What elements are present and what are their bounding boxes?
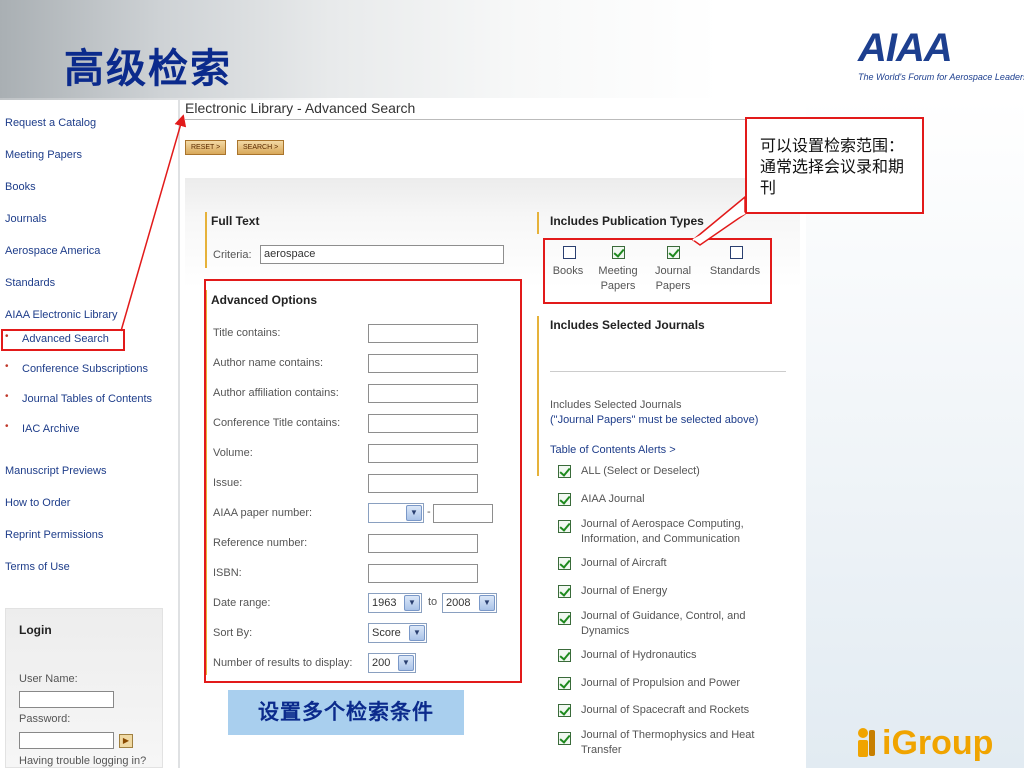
journal-aiaa-checkbox[interactable]: [558, 493, 571, 506]
journal-guidance-label: Journal of Guidance, Control, and Dynamic…: [581, 609, 781, 639]
journals-divider: [550, 371, 786, 372]
full-text-title: Full Text: [211, 214, 260, 228]
nav-manuscript-previews[interactable]: Manuscript Previews: [5, 465, 106, 477]
advanced-search-highlight: [1, 329, 125, 351]
journal-all-checkbox[interactable]: [558, 465, 571, 478]
nav-request-catalog[interactable]: Request a Catalog: [5, 117, 96, 129]
criteria-input[interactable]: aerospace: [260, 245, 504, 264]
nav-journal-toc-label: Journal Tables of Contents: [22, 393, 153, 405]
aiaa-logo-mark: AIAA: [858, 26, 953, 70]
advanced-options-highlight: [204, 279, 522, 683]
nav-standards[interactable]: Standards: [5, 277, 55, 289]
login-title: Login: [19, 623, 52, 637]
journal-guidance-line1: Journal of Guidance, Control, and: [581, 610, 746, 622]
journal-propulsion-checkbox[interactable]: [558, 677, 571, 690]
nav-electronic-library[interactable]: AIAA Electronic Library: [5, 309, 118, 321]
journal-guidance-checkbox[interactable]: [558, 612, 571, 625]
scope-callout: 可以设置检索范围：通常选择会议录和期刊: [745, 117, 924, 214]
pub-types-highlight: [543, 238, 772, 304]
password-input[interactable]: [19, 732, 114, 749]
igroup-logo-text: iGroup: [882, 724, 994, 762]
igroup-logo: iGroup: [852, 722, 1022, 766]
journal-guidance-line2: Dynamics: [581, 625, 630, 637]
journal-thermophysics-label: Journal of Thermophysics and Heat Transfe…: [581, 728, 781, 758]
journal-thermophysics-line1: Journal of Thermophysics and Heat: [581, 729, 755, 741]
password-label: Password:: [19, 713, 71, 725]
login-go-button[interactable]: ▶: [119, 734, 133, 748]
nav-iac-archive[interactable]: • IAC Archive: [5, 421, 80, 435]
nav-how-to-order[interactable]: How to Order: [5, 497, 70, 509]
journal-propulsion-label: Journal of Propulsion and Power: [581, 677, 740, 689]
journal-energy-label: Journal of Energy: [581, 585, 668, 597]
journal-aerospace-computing-checkbox[interactable]: [558, 520, 571, 533]
igroup-icon: [858, 728, 875, 757]
bullet-icon: •: [5, 361, 9, 372]
username-input[interactable]: [19, 691, 114, 708]
bullet-icon: •: [5, 421, 9, 432]
login-trouble-link[interactable]: Having trouble logging in?: [19, 755, 146, 767]
journal-thermophysics-line2: Transfer: [581, 744, 622, 756]
journal-aircraft-checkbox[interactable]: [558, 557, 571, 570]
nav-iac-archive-label: IAC Archive: [22, 423, 80, 435]
journals-section-bar: [537, 316, 539, 476]
journals-note-line2: ("Journal Papers" must be selected above…: [550, 414, 759, 426]
page-heading: Electronic Library - Advanced Search: [185, 100, 416, 116]
heading-divider: [185, 119, 800, 120]
journal-thermophysics-checkbox[interactable]: [558, 732, 571, 745]
nav-conference-subscriptions-label: Conference Subscriptions: [22, 363, 148, 375]
aiaa-logo: AIAA The World's Forum for Aerospace Lea…: [858, 26, 1024, 84]
full-text-section-bar: [205, 212, 207, 268]
bullet-icon: •: [5, 391, 9, 402]
journal-aiaa-label: AIAA Journal: [581, 493, 645, 505]
nav-conference-subscriptions[interactable]: • Conference Subscriptions: [5, 361, 148, 375]
selected-journals-title: Includes Selected Journals: [550, 318, 705, 332]
journal-aerospace-computing-line2: Information, and Communication: [581, 533, 740, 545]
journal-all-label: ALL (Select or Deselect): [581, 465, 700, 477]
reset-button[interactable]: RESET >: [185, 140, 227, 155]
journal-spacecraft-label: Journal of Spacecraft and Rockets: [581, 704, 750, 716]
journal-hydronautics-checkbox[interactable]: [558, 649, 571, 662]
journal-aircraft-label: Journal of Aircraft: [581, 557, 667, 569]
slide-title: 高级检索: [64, 45, 232, 92]
nav-aerospace-america[interactable]: Aerospace America: [5, 245, 100, 257]
conditions-callout: 设置多个检索条件: [228, 690, 464, 735]
search-button[interactable]: SEARCH >: [237, 140, 285, 155]
nav-journals[interactable]: Journals: [5, 213, 47, 225]
nav-books[interactable]: Books: [5, 181, 36, 193]
journal-aerospace-computing-label: Journal of Aerospace Computing, Informati…: [581, 517, 781, 547]
left-navigation: Request a Catalog Meeting Papers Books J…: [0, 100, 178, 768]
journal-hydronautics-label: Journal of Hydronautics: [581, 649, 697, 661]
login-box: Login User Name: Password: ▶ Having trou…: [5, 608, 163, 768]
journals-note-line1: Includes Selected Journals: [550, 399, 682, 411]
criteria-label: Criteria:: [213, 249, 252, 261]
aiaa-logo-tagline: The World's Forum for Aerospace Leadersh…: [858, 72, 1024, 82]
journal-energy-checkbox[interactable]: [558, 585, 571, 598]
nav-terms-of-use[interactable]: Terms of Use: [5, 561, 70, 573]
nav-journal-toc[interactable]: • Journal Tables of Contents: [5, 391, 153, 405]
pub-types-section-bar: [537, 212, 539, 234]
pub-types-title: Includes Publication Types: [550, 214, 704, 228]
journal-aerospace-computing-line1: Journal of Aerospace Computing,: [581, 518, 744, 530]
nav-meeting-papers[interactable]: Meeting Papers: [5, 149, 82, 161]
toc-alerts-link[interactable]: Table of Contents Alerts >: [550, 444, 676, 456]
journal-spacecraft-checkbox[interactable]: [558, 704, 571, 717]
username-label: User Name:: [19, 673, 78, 685]
nav-reprint-permissions[interactable]: Reprint Permissions: [5, 529, 103, 541]
